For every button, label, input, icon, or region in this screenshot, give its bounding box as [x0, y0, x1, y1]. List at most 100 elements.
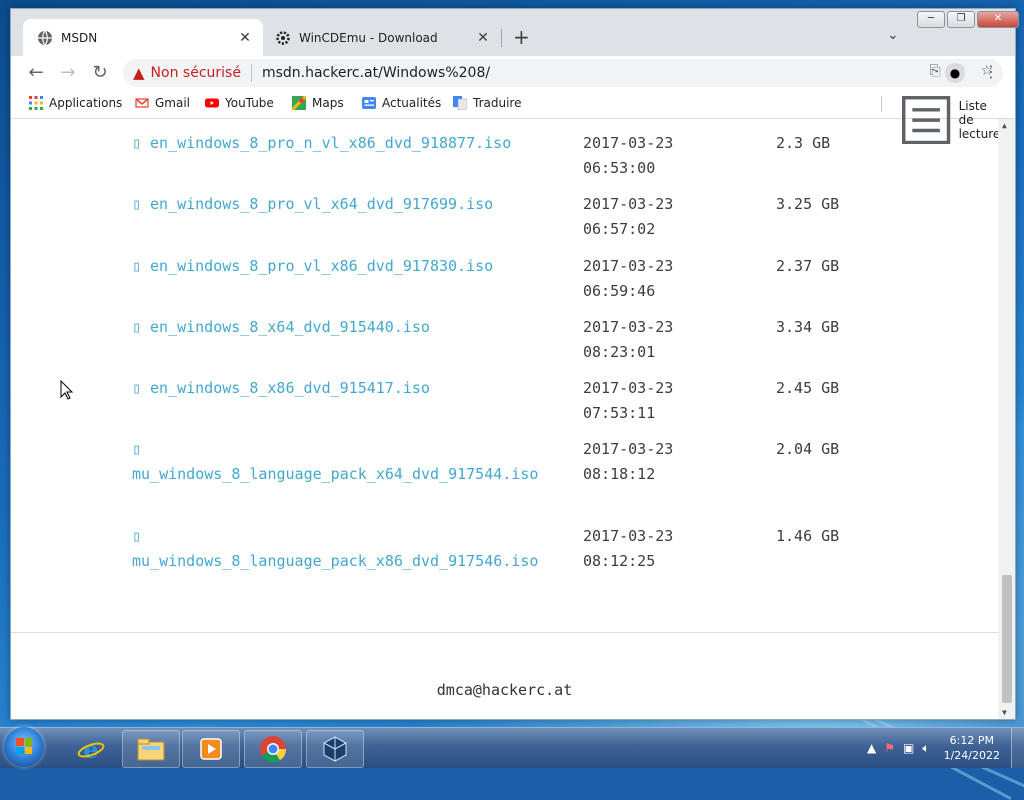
close-tab-icon[interactable]: ✕ — [475, 30, 491, 46]
page-content: ▯ en_windows_8_pro_n_vl_x86_dvd_918877.is… — [11, 119, 1015, 719]
system-tray: ▲ ⚑ ▣ 🔈︎ 6:12 PM 1/24/2022 — [867, 728, 1024, 768]
bookmark-maps[interactable]: Maps — [292, 96, 344, 110]
reload-button[interactable]: ↻ — [89, 62, 111, 84]
footer-divider — [11, 632, 998, 633]
file-icon: ▯ — [132, 318, 142, 336]
file-size: 2.37 GB — [776, 257, 840, 275]
file-name: mu_windows_8_language_pack_x86_dvd_91754… — [132, 552, 539, 570]
windows-logo-icon — [16, 738, 32, 754]
internet-explorer-taskbar-button[interactable]: e — [62, 730, 120, 768]
file-datetime: 2017-03-23 08:12:25 — [583, 524, 723, 574]
file-size: 1.46 GB — [776, 527, 840, 545]
gmail-icon — [135, 98, 149, 108]
dmca-email: dmca@hackerc.at — [436, 681, 573, 699]
url-text[interactable]: msdn.hackerc.at/Windows%208/ — [262, 65, 490, 81]
tab-search-button[interactable]: ⌄ — [887, 27, 899, 43]
file-datetime: 2017-03-23 08:23:01 — [583, 315, 723, 365]
tab-wincdemu[interactable]: WinCDEmu - Download ✕ — [261, 19, 501, 56]
bookmark-applications[interactable]: Applications — [29, 96, 122, 110]
file-link[interactable]: ▯ mu_windows_8_language_pack_x86_dvd_9175… — [132, 524, 552, 574]
file-link[interactable]: ▯ en_windows_8_pro_n_vl_x86_dvd_918877.is… — [132, 131, 552, 156]
gear-icon — [276, 30, 290, 45]
volume-icon[interactable]: 🔈︎ — [922, 741, 929, 756]
file-explorer-icon — [137, 738, 165, 761]
window-controls: ─ ❐ ✕ — [917, 11, 1019, 28]
back-button[interactable]: ← — [25, 62, 47, 84]
file-size: 2.3 GB — [776, 134, 831, 152]
file-icon: ▯ — [132, 134, 142, 152]
file-link[interactable]: ▯ en_windows_8_pro_vl_x86_dvd_917830.iso — [132, 254, 552, 279]
news-icon — [362, 97, 376, 109]
close-tab-icon[interactable]: ✕ — [237, 30, 253, 46]
file-date: 2017-03-23 — [583, 134, 674, 152]
file-date: 2017-03-23 — [583, 195, 674, 213]
file-name: en_windows_8_pro_vl_x86_dvd_917830.iso — [150, 257, 494, 275]
tab-title: MSDN — [61, 30, 98, 45]
file-link[interactable]: ▯ en_windows_8_pro_vl_x64_dvd_917699.iso — [132, 192, 552, 217]
file-size: 3.34 GB — [776, 318, 840, 336]
file-name: en_windows_8_x86_dvd_915417.iso — [150, 379, 430, 397]
minimize-button[interactable]: ─ — [917, 11, 945, 28]
bookmark-traduire[interactable]: Traduire — [453, 96, 521, 110]
bookmarks-divider — [881, 96, 882, 112]
profile-avatar-icon[interactable]: ● — [945, 63, 965, 83]
vertical-scrollbar[interactable]: ▲ ▼ — [998, 119, 1015, 719]
show-hidden-icons-icon[interactable]: ▲ — [867, 741, 876, 756]
file-name: mu_windows_8_language_pack_x64_dvd_91754… — [132, 465, 539, 483]
forward-button[interactable]: → — [57, 62, 79, 84]
bookmark-actualites[interactable]: Actualités — [362, 96, 441, 110]
bookmark-label: Gmail — [155, 96, 191, 110]
file-link[interactable]: ▯ en_windows_8_x86_dvd_915417.iso — [132, 376, 552, 401]
youtube-icon — [205, 98, 219, 108]
chrome-taskbar-button[interactable] — [244, 730, 302, 768]
virtualbox-taskbar-button[interactable] — [306, 730, 364, 768]
file-icon: ▯ — [132, 195, 142, 213]
omnibox-divider — [250, 64, 252, 82]
scroll-up-arrow-icon[interactable]: ▲ — [1002, 121, 1007, 130]
scroll-down-arrow-icon[interactable]: ▼ — [1002, 708, 1007, 717]
bookmark-label: YouTube — [225, 96, 274, 110]
bookmark-gmail[interactable]: Gmail — [135, 96, 190, 110]
file-datetime: 2017-03-23 06:57:02 — [583, 192, 723, 242]
action-center-flag-icon[interactable]: ⚑ — [884, 741, 895, 756]
file-time: 06:57:02 — [583, 220, 656, 238]
chrome-icon — [260, 736, 287, 763]
start-button[interactable] — [4, 727, 44, 767]
tab-msdn[interactable]: MSDN ✕ — [23, 19, 263, 56]
maximize-button[interactable]: ❐ — [947, 11, 975, 28]
translate-page-icon[interactable]: ⎘ — [930, 63, 941, 79]
internet-explorer-icon: e — [77, 735, 105, 763]
warning-icon[interactable]: ▲ — [133, 64, 145, 82]
file-date: 2017-03-23 — [583, 318, 674, 336]
file-icon: ▯ — [132, 379, 142, 397]
bookmark-label: Actualités — [382, 96, 442, 110]
file-icon: ▯ — [132, 440, 142, 458]
close-window-button[interactable]: ✕ — [977, 11, 1019, 28]
file-link[interactable]: ▯ mu_windows_8_language_pack_x64_dvd_9175… — [132, 437, 552, 487]
bookmark-label: Maps — [312, 96, 344, 110]
bookmark-youtube[interactable]: YouTube — [205, 96, 274, 110]
windows-taskbar: e ▲ ⚑ ▣ 🔈︎ 6:12 PM 1/24/2022 — [0, 727, 1024, 768]
tab-separator — [501, 29, 502, 47]
scrollbar-thumb[interactable] — [1002, 575, 1012, 703]
address-bar[interactable]: ▲ Non sécurisé msdn.hackerc.at/Windows%2… — [123, 59, 1003, 87]
clock[interactable]: 6:12 PM 1/24/2022 — [944, 733, 1000, 763]
file-time: 08:12:25 — [583, 552, 656, 570]
security-status[interactable]: Non sécurisé — [151, 65, 241, 81]
show-desktop-button[interactable] — [1011, 728, 1024, 768]
globe-icon — [38, 30, 52, 45]
clock-date: 1/24/2022 — [943, 749, 1000, 762]
file-size: 2.04 GB — [776, 440, 840, 458]
file-explorer-taskbar-button[interactable] — [122, 730, 180, 768]
file-name: en_windows_8_x64_dvd_915440.iso — [150, 318, 430, 336]
file-link[interactable]: ▯ en_windows_8_x64_dvd_915440.iso — [132, 315, 552, 340]
maps-icon — [292, 96, 306, 110]
apps-grid-icon — [29, 96, 43, 110]
new-tab-button[interactable]: + — [513, 25, 530, 49]
menu-dots-icon[interactable]: ⋮ — [983, 62, 999, 81]
browser-window: MSDN ✕ WinCDEmu - Download ✕ + ⌄ ─ ❐ ✕ ←… — [10, 8, 1019, 720]
virtualbox-icon — [323, 736, 347, 762]
media-player-taskbar-button[interactable] — [182, 730, 240, 768]
network-icon[interactable]: ▣ — [903, 741, 914, 756]
file-datetime: 2017-03-23 08:18:12 — [583, 437, 723, 487]
